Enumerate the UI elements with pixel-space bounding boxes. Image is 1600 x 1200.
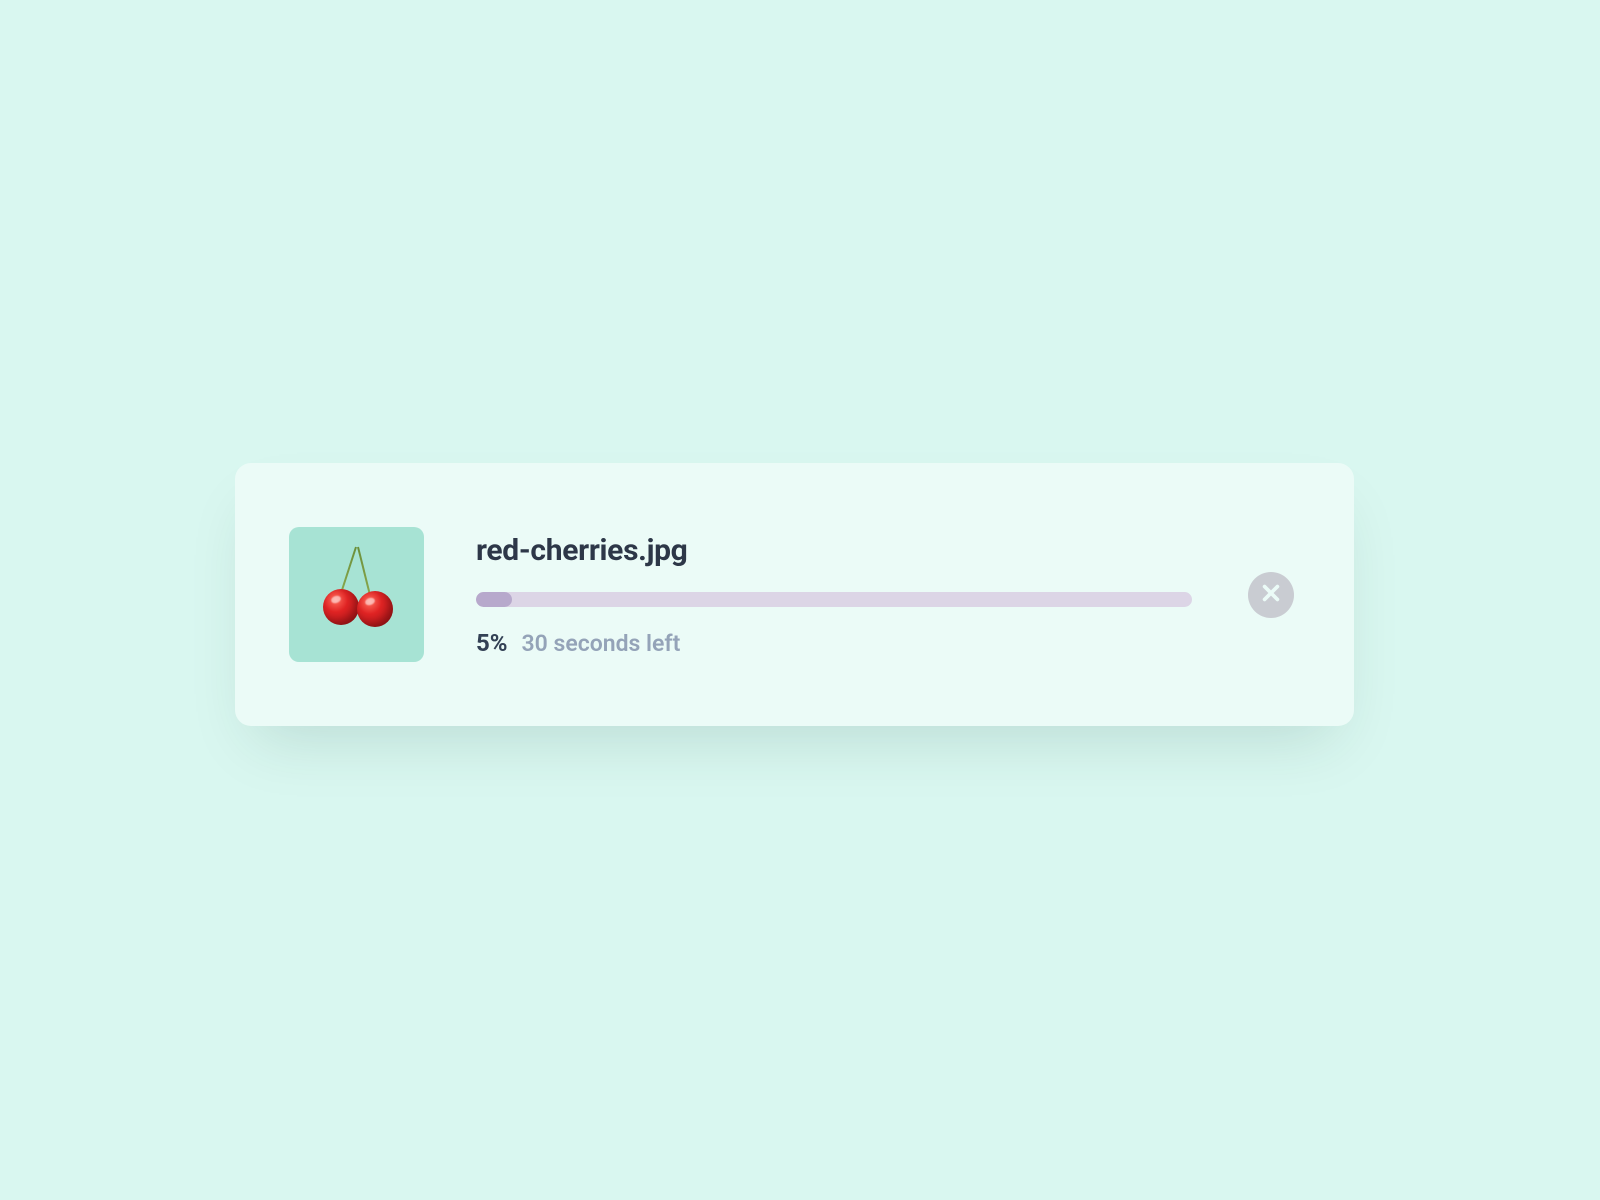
upload-status-row: 5% 30 seconds left xyxy=(476,629,1192,657)
cancel-upload-button[interactable] xyxy=(1248,572,1294,618)
progress-percent: 5% xyxy=(476,629,508,657)
file-thumbnail xyxy=(289,527,424,662)
close-icon xyxy=(1260,582,1282,607)
time-remaining: 30 seconds left xyxy=(522,630,681,657)
upload-info: red-cherries.jpg 5% 30 seconds left xyxy=(476,533,1192,657)
upload-progress-card: red-cherries.jpg 5% 30 seconds left xyxy=(235,463,1354,726)
file-name: red-cherries.jpg xyxy=(476,533,1192,568)
progress-bar-track xyxy=(476,592,1192,607)
progress-bar-fill xyxy=(476,592,512,607)
